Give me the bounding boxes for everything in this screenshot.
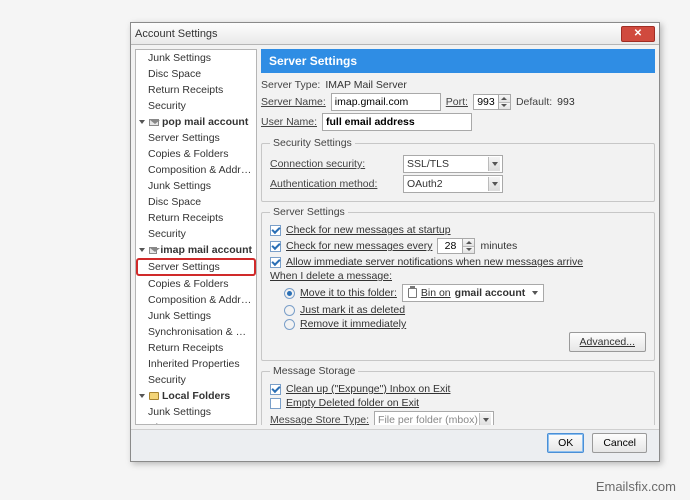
delete-action-label: When I delete a message: xyxy=(270,270,392,282)
cleanup-checkbox[interactable] xyxy=(270,384,281,395)
chevron-down-icon xyxy=(479,413,491,425)
server-name-label: Server Name: xyxy=(261,96,326,108)
port-stepper[interactable] xyxy=(473,94,511,110)
auth-method-label: Authentication method: xyxy=(270,178,398,190)
tree-item[interactable]: Junk Settings xyxy=(136,404,256,420)
message-storage-legend: Message Storage xyxy=(270,365,358,377)
tree-item[interactable]: Synchronisation & Stora... xyxy=(136,324,256,340)
message-storage-group: Message Storage Clean up ("Expunge") Inb… xyxy=(261,365,655,425)
server-type-value: IMAP Mail Server xyxy=(325,79,407,91)
tree-account-imap[interactable]: imap mail account xyxy=(136,242,256,258)
tree-local-folders[interactable]: Local Folders xyxy=(136,388,256,404)
tree-item-server-settings[interactable]: Server Settings xyxy=(136,258,256,276)
chevron-down-icon xyxy=(488,157,500,171)
tree-item[interactable]: Return Receipts xyxy=(136,340,256,356)
server-name-input[interactable] xyxy=(331,93,441,111)
tree-item[interactable]: Copies & Folders xyxy=(136,276,256,292)
tree-item[interactable]: Junk Settings xyxy=(136,308,256,324)
mail-icon xyxy=(149,119,159,126)
auth-method-select[interactable]: OAuth2 xyxy=(403,175,503,193)
panel-title: Server Settings xyxy=(261,49,655,73)
tree-item[interactable]: Inherited Properties xyxy=(136,356,256,372)
connection-security-select[interactable]: SSL/TLS xyxy=(403,155,503,173)
check-startup-checkbox[interactable] xyxy=(270,225,281,236)
advanced-button[interactable]: Advanced... xyxy=(569,332,646,352)
settings-panel: Server Settings Server Type: IMAP Mail S… xyxy=(261,49,655,425)
tree-item[interactable]: Junk Settings xyxy=(136,50,256,66)
store-type-select: File per folder (mbox) xyxy=(374,411,494,425)
server-settings-legend: Server Settings xyxy=(270,206,348,218)
tree-item[interactable]: Composition & Address... xyxy=(136,292,256,308)
tree-item[interactable]: Return Receipts xyxy=(136,210,256,226)
check-interval-unit: minutes xyxy=(480,240,517,252)
empty-deleted-checkbox[interactable] xyxy=(270,398,281,409)
tree-account-pop[interactable]: pop mail account xyxy=(136,114,256,130)
expand-icon xyxy=(139,394,145,398)
port-label: Port: xyxy=(446,96,468,108)
security-settings-group: Security Settings Connection security: S… xyxy=(261,137,655,202)
tree-item[interactable]: Junk Settings xyxy=(136,178,256,194)
branding-text: Emailsfix.com xyxy=(596,479,676,494)
cleanup-label: Clean up ("Expunge") Inbox on Exit xyxy=(286,383,450,395)
check-interval-checkbox[interactable] xyxy=(270,241,281,252)
tree-item[interactable]: Security xyxy=(136,372,256,388)
chevron-down-icon xyxy=(488,177,500,191)
server-settings-group: Server Settings Check for new messages a… xyxy=(261,206,655,361)
mark-deleted-radio[interactable] xyxy=(284,305,295,316)
tree-item[interactable]: Disc Space xyxy=(136,194,256,210)
empty-deleted-label: Empty Deleted folder on Exit xyxy=(286,397,419,409)
store-type-label: Message Store Type: xyxy=(270,414,369,425)
window-title: Account Settings xyxy=(135,28,218,40)
expand-icon xyxy=(139,248,145,252)
check-startup-label: Check for new messages at startup xyxy=(286,224,451,236)
tree-item[interactable]: Composition & Address... xyxy=(136,162,256,178)
expand-icon xyxy=(139,120,145,124)
move-to-folder-radio[interactable] xyxy=(284,288,295,299)
check-interval-stepper[interactable] xyxy=(437,238,475,254)
ok-button[interactable]: OK xyxy=(547,433,584,453)
connection-security-label: Connection security: xyxy=(270,158,398,170)
tree-item[interactable]: Disc Space xyxy=(136,66,256,82)
move-to-folder-label: Move it to this folder: xyxy=(300,287,397,299)
remove-immediately-label: Remove it immediately xyxy=(300,318,406,330)
allow-push-label: Allow immediate server notifications whe… xyxy=(286,256,583,268)
mail-icon xyxy=(149,247,157,254)
server-type-label: Server Type: xyxy=(261,79,320,91)
tree-item[interactable]: Disc Space xyxy=(136,420,256,425)
security-legend: Security Settings xyxy=(270,137,355,149)
mark-deleted-label: Just mark it as deleted xyxy=(300,304,405,316)
account-tree[interactable]: Junk Settings Disc Space Return Receipts… xyxy=(135,49,257,425)
username-label: User Name: xyxy=(261,116,317,128)
tree-item[interactable]: Copies & Folders xyxy=(136,146,256,162)
tree-item[interactable]: Security xyxy=(136,98,256,114)
tree-item[interactable]: Server Settings xyxy=(136,130,256,146)
allow-push-checkbox[interactable] xyxy=(270,257,281,268)
folder-icon xyxy=(149,392,159,400)
remove-immediately-radio[interactable] xyxy=(284,319,295,330)
account-settings-window: Account Settings ✕ Junk Settings Disc Sp… xyxy=(130,22,660,462)
tree-item[interactable]: Security xyxy=(136,226,256,242)
close-button[interactable]: ✕ xyxy=(621,26,655,42)
username-input[interactable] xyxy=(322,113,472,131)
default-port-value: 993 xyxy=(557,96,575,108)
titlebar: Account Settings ✕ xyxy=(131,23,659,45)
chevron-down-icon xyxy=(532,291,538,295)
tree-item[interactable]: Return Receipts xyxy=(136,82,256,98)
cancel-button[interactable]: Cancel xyxy=(592,433,647,453)
bin-icon xyxy=(408,288,417,298)
default-port-label: Default: xyxy=(516,96,552,108)
trash-folder-select[interactable]: Bin on gmail account xyxy=(402,284,544,302)
check-interval-label: Check for new messages every xyxy=(286,240,432,252)
